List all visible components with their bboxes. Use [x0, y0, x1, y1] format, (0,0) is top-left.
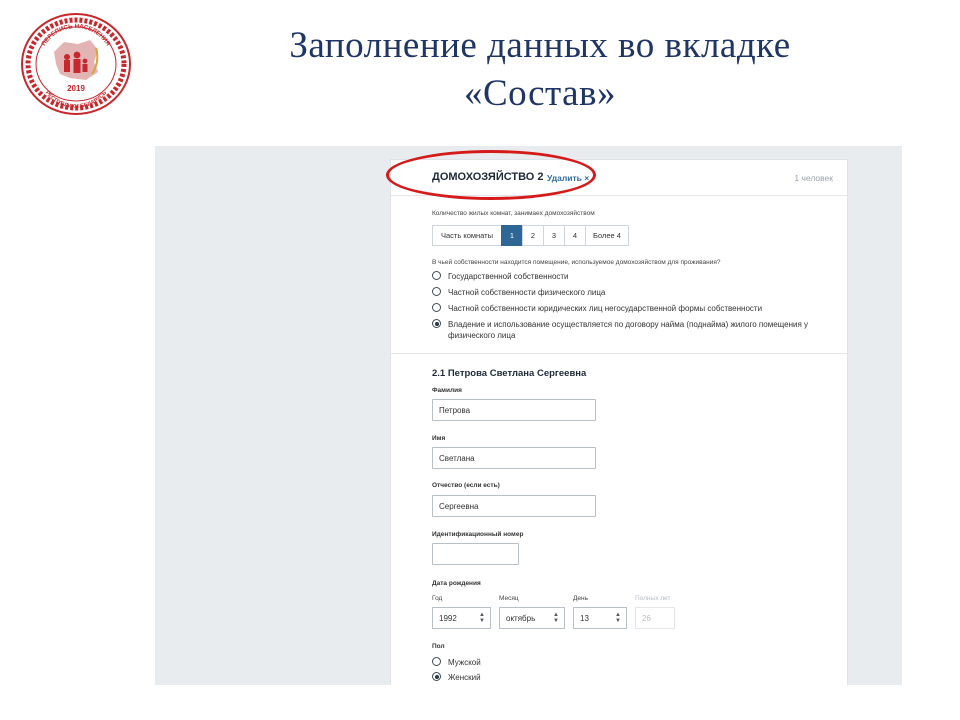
birth-date-label: Дата рождения — [432, 580, 481, 587]
rooms-option-3[interactable]: 3 — [543, 225, 565, 246]
slide-title-line2: «Состав» — [463, 73, 617, 114]
sex-label: Пол — [432, 643, 445, 650]
surname-input[interactable]: Петрова — [432, 399, 596, 421]
patronymic-label: Отчество (если есть) — [432, 482, 500, 489]
sex-option-male[interactable]: Мужской — [432, 657, 481, 668]
radio-button[interactable] — [432, 287, 441, 296]
census-logo: ПЕРЕПИСЬ НАСЕЛЕНИЯ 2019 РЕСПУБЛИКИ БЕЛАР… — [21, 13, 131, 115]
svg-text:2019: 2019 — [67, 84, 85, 93]
ownership-question: В чьей собственности находится помещение… — [432, 259, 721, 266]
rooms-segmented-control: Часть комнаты 1 2 3 4 Более 4 — [432, 225, 629, 246]
patronymic-input[interactable]: Сергеевна — [432, 495, 596, 517]
radio-button[interactable] — [432, 271, 441, 280]
rooms-option-part[interactable]: Часть комнаты — [432, 225, 502, 246]
slide-title: Заполнение данных во вкладке «Состав» — [140, 22, 940, 118]
rooms-option-2[interactable]: 2 — [522, 225, 544, 246]
year-label: Год — [432, 595, 443, 602]
radio-button-selected[interactable] — [432, 319, 441, 328]
age-label: Полных лет — [635, 595, 671, 602]
person-title: 2.1 Петрова Светлана Сергеевна — [432, 368, 587, 379]
highlight-ellipse — [386, 150, 596, 200]
slide-title-line1: Заполнение данных во вкладке — [289, 25, 791, 66]
ownership-option-private-person[interactable]: Частной собственности физического лица — [432, 287, 605, 298]
ownership-option-private-legal[interactable]: Частной собственности юридических лиц не… — [432, 303, 762, 314]
month-select[interactable]: октябрь ▲ ▼ — [499, 607, 565, 629]
name-input[interactable]: Светлана — [432, 447, 596, 469]
month-label: Месяц — [499, 595, 519, 602]
radio-button[interactable] — [432, 657, 441, 666]
rooms-option-more[interactable]: Более 4 — [585, 225, 629, 246]
id-number-input[interactable] — [432, 543, 519, 565]
rooms-option-4[interactable]: 4 — [564, 225, 586, 246]
ownership-option-rent[interactable]: Владение и использование осуществляется … — [432, 319, 812, 341]
surname-label: Фамилия — [432, 387, 462, 394]
radio-button[interactable] — [432, 303, 441, 312]
rooms-option-1[interactable]: 1 — [501, 225, 523, 246]
ownership-option-state[interactable]: Государственной собственности — [432, 271, 569, 282]
id-number-label: Идентификационный номер — [432, 531, 524, 538]
section-divider — [391, 353, 847, 354]
household-card: ДОМОХОЗЯЙСТВО 2 Удалить × 1 человек Коли… — [390, 159, 848, 685]
sex-option-female[interactable]: Женский — [432, 672, 481, 683]
age-field: 26 — [635, 607, 675, 629]
people-count: 1 человек — [794, 173, 833, 183]
radio-button-selected[interactable] — [432, 672, 441, 681]
updown-icon: ▲ ▼ — [479, 612, 485, 624]
form-screenshot: ДОМОХОЗЯЙСТВО 2 Удалить × 1 человек Коли… — [155, 146, 902, 685]
name-label: Имя — [432, 435, 446, 442]
updown-icon: ▲ ▼ — [615, 612, 621, 624]
updown-icon: ▲ ▼ — [553, 612, 559, 624]
day-select[interactable]: 13 ▲ ▼ — [573, 607, 627, 629]
rooms-label: Количество жилых комнат, занимаеx домохо… — [432, 210, 595, 217]
year-select[interactable]: 1992 ▲ ▼ — [432, 607, 491, 629]
day-label: День — [573, 595, 588, 602]
